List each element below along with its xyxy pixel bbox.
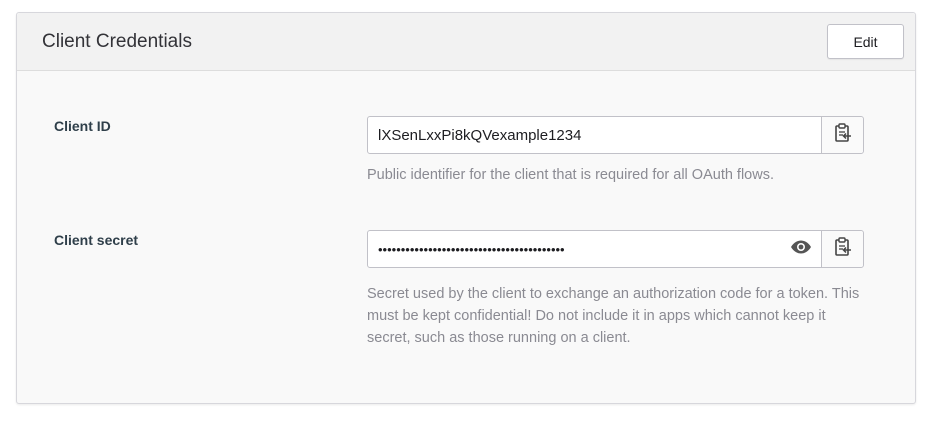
client-id-help: Public identifier for the client that is…	[367, 167, 774, 183]
clipboard-icon	[834, 236, 852, 262]
clipboard-icon	[834, 122, 852, 148]
client-secret-label: Client secret	[54, 232, 139, 248]
client-secret-field	[367, 230, 864, 268]
copy-client-secret-button[interactable]	[821, 231, 863, 267]
client-credentials-panel: Client Credentials Edit Client ID Public…	[16, 12, 916, 404]
eye-icon	[790, 240, 812, 259]
reveal-secret-button[interactable]	[781, 231, 821, 267]
client-id-label: Client ID	[54, 118, 111, 134]
edit-button[interactable]: Edit	[827, 24, 904, 59]
panel-header: Client Credentials Edit	[17, 13, 915, 71]
client-id-field	[367, 116, 864, 154]
client-secret-help: Secret used by the client to exchange an…	[367, 286, 860, 346]
panel-title: Client Credentials	[42, 31, 192, 52]
client-id-input[interactable]	[368, 117, 821, 153]
client-secret-input[interactable]	[368, 231, 781, 267]
copy-client-id-button[interactable]	[821, 117, 863, 153]
